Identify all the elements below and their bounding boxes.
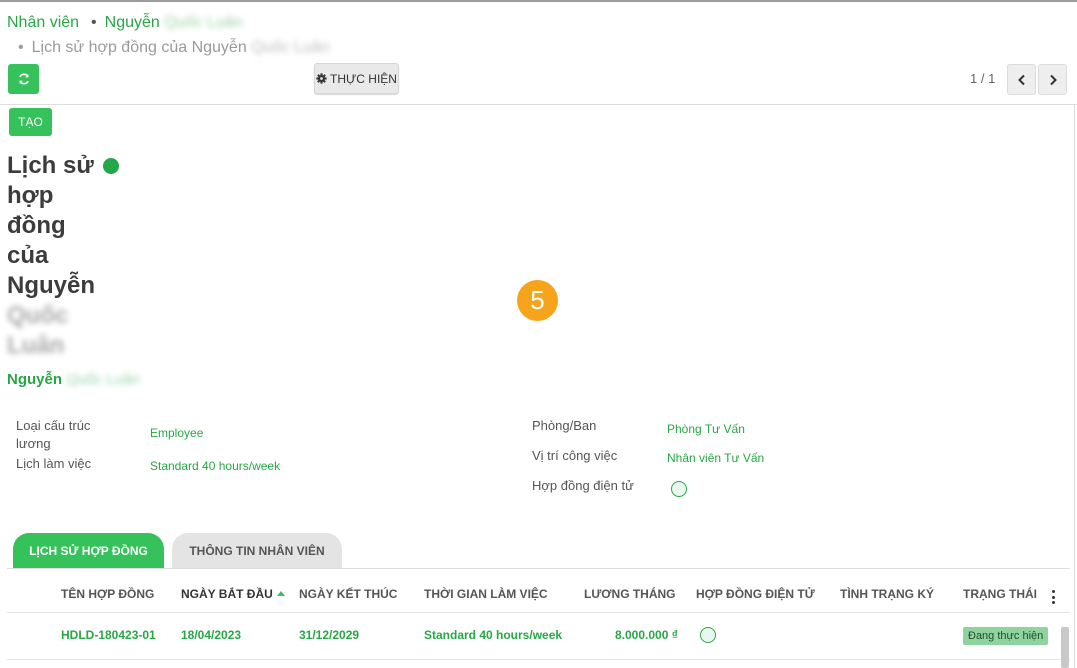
position-label: Vị trí công việc [532, 448, 618, 463]
column-contract-name[interactable]: TÊN HỢP ĐỒNG [61, 587, 154, 601]
title-line: của [7, 242, 49, 269]
schedule-value[interactable]: Standard 40 hours/week [150, 459, 280, 473]
table-header-divider [7, 612, 1070, 613]
title-line-blurred: Luân [7, 332, 65, 359]
employee-link[interactable]: Nguyễn Quốc Luân [7, 371, 140, 388]
column-salary[interactable]: LƯƠNG THÁNG [584, 587, 676, 601]
chevron-left-icon [1017, 74, 1025, 85]
title-line: hợp [7, 182, 54, 209]
form-right-border [1074, 104, 1075, 668]
action-menu-button[interactable]: THỰC HIỆN [314, 63, 399, 94]
chevron-right-icon [1049, 74, 1057, 85]
column-sign-status[interactable]: TÌNH TRẠNG KÝ [840, 587, 934, 601]
pager-counter[interactable]: 1 / 1 [970, 71, 995, 86]
table-scrollbar[interactable] [1061, 627, 1069, 668]
econtract-checkbox[interactable] [671, 481, 687, 497]
window-top-border [0, 0, 1077, 2]
tab-contract-history[interactable]: LỊCH SỬ HỢP ĐỒNG [13, 533, 164, 569]
column-econtract[interactable]: HỢP ĐỒNG ĐIỆN TỬ [696, 587, 815, 601]
econtract-label: Hợp đồng điện tử [532, 478, 634, 493]
create-button[interactable]: TẠO [9, 108, 52, 136]
table-row-end-date[interactable]: 31/12/2029 [299, 628, 359, 642]
table-row-contract-name[interactable]: HDLD-180423-01 [61, 628, 156, 642]
table-row-divider [7, 659, 1070, 660]
table-row-salary[interactable]: 8.000.000 ₫ [615, 628, 678, 642]
action-menu-label: THỰC HIỆN [330, 71, 397, 86]
structure-type-value[interactable]: Employee [150, 426, 203, 440]
tab-employee-info[interactable]: THÔNG TIN NHÂN VIÊN [172, 533, 342, 569]
column-options-icon[interactable] [1051, 590, 1055, 604]
table-row-status-badge: Đang thực hiện [963, 627, 1049, 645]
breadcrumb-separator: • [91, 14, 97, 31]
title-line: Nguyễn [7, 272, 96, 299]
breadcrumb: Nhân viên • Nguyễn Quốc Luân [7, 14, 243, 32]
tab-divider [7, 568, 1070, 569]
header-divider [0, 104, 1077, 105]
pager-next-button[interactable] [1038, 64, 1067, 95]
column-schedule[interactable]: THỜI GIAN LÀM VIỆC [424, 587, 548, 601]
gear-icon [316, 73, 327, 84]
position-value[interactable]: Nhân viên Tư Vấn [667, 451, 764, 465]
schedule-label: Lịch làm việc [16, 456, 92, 471]
step-number-badge: 5 [517, 280, 558, 321]
pager-previous-button[interactable] [1007, 64, 1036, 95]
record-title: Lịch sử hợp đồng của Nguyễn Quốc Luân [7, 151, 103, 361]
table-row-start-date[interactable]: 18/04/2023 [181, 628, 241, 642]
column-status[interactable]: TRẠNG THÁI [963, 587, 1037, 601]
active-status-indicator [103, 158, 119, 174]
breadcrumb-employee-link[interactable]: Nguyễn Quốc Luân [105, 14, 243, 31]
title-line: Lịch sử [7, 152, 94, 179]
table-row-schedule[interactable]: Standard 40 hours/week [424, 628, 562, 642]
refresh-icon [18, 73, 29, 85]
table-row-econtract-checkbox[interactable] [700, 627, 716, 643]
department-label: Phòng/Ban [532, 418, 597, 433]
column-start-date[interactable]: NGÀY BẮT ĐẦU [181, 587, 285, 601]
column-end-date[interactable]: NGÀY KẾT THÚC [299, 587, 397, 601]
refresh-button[interactable] [8, 64, 39, 94]
breadcrumb-current: • Lịch sử hợp đồng của Nguyễn Quốc Luân [18, 39, 330, 56]
breadcrumb-root-link[interactable]: Nhân viên [7, 14, 79, 31]
title-line: đồng [7, 212, 66, 239]
department-value[interactable]: Phòng Tư Vấn [667, 422, 745, 436]
title-line-blurred: Quốc [7, 302, 69, 329]
structure-type-label: Loại cấu trúc lương [16, 418, 91, 451]
sort-ascending-icon [276, 591, 285, 596]
